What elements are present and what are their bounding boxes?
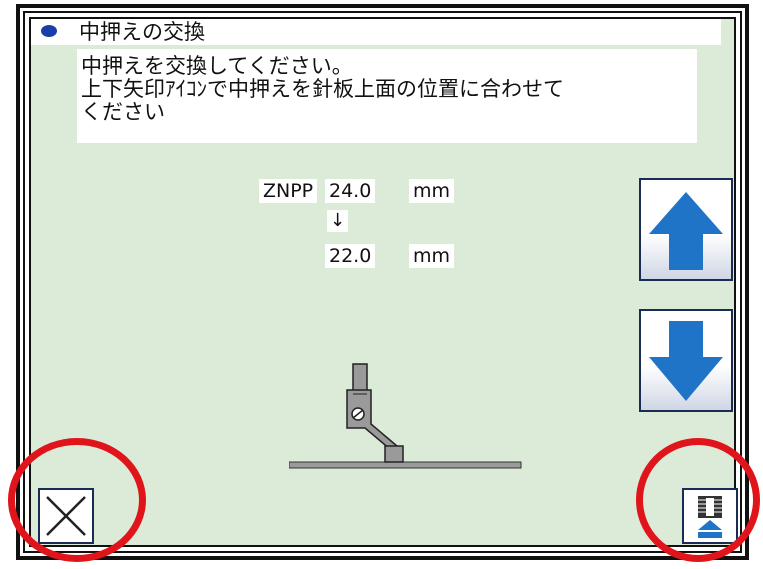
presser-raise-button[interactable] [682,488,738,544]
title-bullet-icon [41,25,57,37]
dialog-frame-inner: 中押えの交換 中押えを交換してください。 上下矢印ｱｲｺﾝで中押えを針板上面の位… [23,11,742,553]
raise-button[interactable] [639,178,733,281]
change-arrow: ↓ [327,210,349,232]
instruction-box: 中押えを交換してください。 上下矢印ｱｲｺﾝで中押えを針板上面の位置に合わせて … [77,49,697,143]
dialog-frame: 中押えの交換 中押えを交換してください。 上下矢印ｱｲｺﾝで中押えを針板上面の位… [16,4,749,560]
arrow-up-icon [649,192,723,270]
lower-button[interactable] [639,309,733,412]
dialog-title: 中押えの交換 [79,20,205,44]
instruction-line-2: 上下矢印ｱｲｺﾝで中押えを針板上面の位置に合わせて [81,77,564,101]
instruction-line-1: 中押えを交換してください。 [81,54,353,78]
close-icon [46,496,86,536]
current-height-value: 24.0 [325,179,376,203]
instruction-line-3: ください [81,100,165,124]
presser-foot-raise-icon [698,496,722,538]
target-height-value: 22.0 [325,244,376,268]
current-height-unit: mm [409,179,455,203]
arrow-down-icon [649,321,723,401]
title-bar: 中押えの交換 [31,19,721,45]
presser-foot-icon [289,363,522,469]
target-height-unit: mm [409,244,455,268]
dialog-panel: 中押えの交換 中押えを交換してください。 上下矢印ｱｲｺﾝで中押えを針板上面の位… [29,17,738,547]
cancel-button[interactable] [38,488,94,544]
height-label: ZNPP [259,179,318,203]
